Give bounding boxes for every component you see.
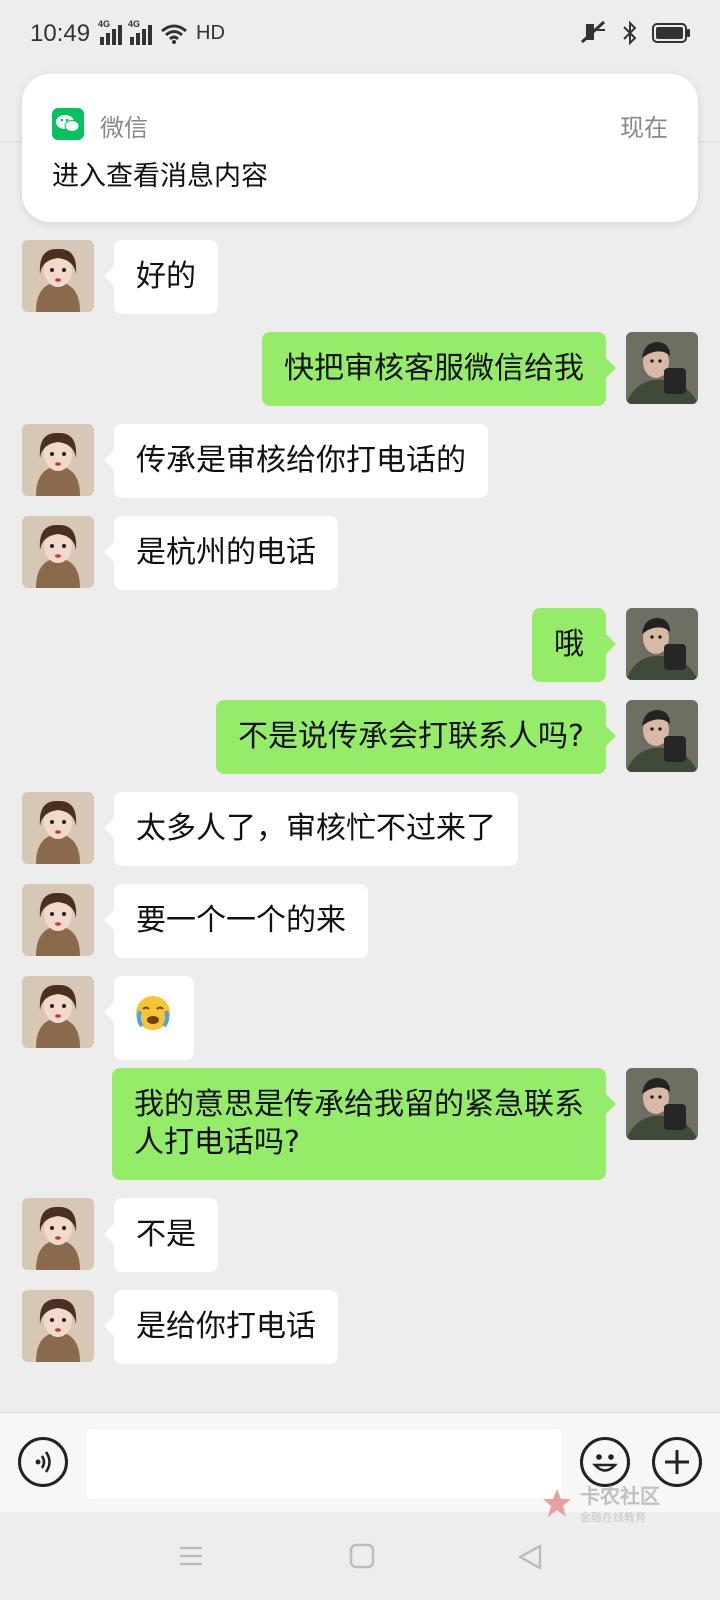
menu-icon[interactable]: [176, 1542, 206, 1570]
sent-bubble[interactable]: 快把审核客服微信给我: [262, 332, 616, 406]
back-icon[interactable]: [516, 1542, 546, 1572]
bluetooth-icon: [623, 20, 637, 46]
wechat-icon: [52, 108, 84, 140]
emoji-icon: [592, 1454, 618, 1472]
wifi-icon: [161, 24, 187, 44]
user-avatar[interactable]: [626, 332, 698, 404]
battery-icon: [652, 23, 690, 43]
voice-button[interactable]: [18, 1437, 68, 1487]
received-bubble[interactable]: 要一个一个的来: [104, 884, 368, 958]
contact-avatar[interactable]: [22, 976, 94, 1048]
crying-face-icon: [136, 996, 170, 1030]
received-bubble[interactable]: 是给你打电话: [104, 1290, 338, 1364]
received-bubble[interactable]: 好的: [104, 240, 218, 314]
status-bar: 10:49 4G 4G HD: [0, 0, 720, 72]
sent-bubble[interactable]: 我的意思是传承给我留的紧急联系人打电话吗?: [112, 1068, 616, 1180]
hd-label: HD: [196, 22, 225, 44]
received-bubble[interactable]: 是杭州的电话: [104, 516, 338, 590]
voice-icon: [35, 1451, 51, 1473]
contact-avatar[interactable]: [22, 792, 94, 864]
notification-message: 进入查看消息内容: [52, 161, 268, 192]
received-bubble[interactable]: 传承是审核给你打电话的: [104, 424, 488, 498]
sent-bubble[interactable]: 不是说传承会打联系人吗?: [216, 700, 616, 774]
watermark: 卡农社区 金融在线教育: [540, 1480, 660, 1525]
user-avatar[interactable]: [626, 700, 698, 772]
user-avatar[interactable]: [626, 608, 698, 680]
contact-avatar[interactable]: [22, 516, 94, 588]
contact-avatar[interactable]: [22, 1290, 94, 1362]
status-icons-left: 4G 4G HD: [98, 19, 225, 45]
mute-icon: [580, 20, 606, 44]
contact-avatar[interactable]: [22, 884, 94, 956]
received-bubble[interactable]: [104, 976, 194, 1060]
sent-bubble[interactable]: 哦: [532, 608, 616, 682]
user-avatar[interactable]: [626, 1068, 698, 1140]
message-input[interactable]: [86, 1429, 562, 1499]
notification-time: 现在: [620, 114, 668, 142]
contact-avatar[interactable]: [22, 1198, 94, 1270]
system-nav-bar: 卡农社区 金融在线教育: [0, 1484, 720, 1600]
status-icons-right: [578, 20, 692, 46]
notification-app-name: 微信: [100, 114, 148, 142]
signal-icon: 4G: [98, 19, 122, 45]
notification-banner[interactable]: 微信 现在 进入查看消息内容: [22, 74, 698, 222]
signal-icon: 4G: [128, 19, 152, 45]
signal-label: 4G: [128, 18, 141, 29]
watermark-subtext: 金融在线教育: [580, 1511, 646, 1524]
contact-avatar[interactable]: [22, 240, 94, 312]
contact-avatar[interactable]: [22, 424, 94, 496]
status-time: 10:49: [30, 20, 91, 47]
watermark-logo-icon: [543, 1488, 571, 1517]
received-bubble[interactable]: 不是: [104, 1198, 218, 1272]
received-bubble[interactable]: 太多人了，审核忙不过来了: [104, 792, 518, 866]
watermark-text: 卡农社区: [580, 1484, 660, 1508]
signal-label: 4G: [98, 18, 111, 29]
plus-icon: [665, 1450, 689, 1474]
home-icon[interactable]: [348, 1542, 376, 1570]
